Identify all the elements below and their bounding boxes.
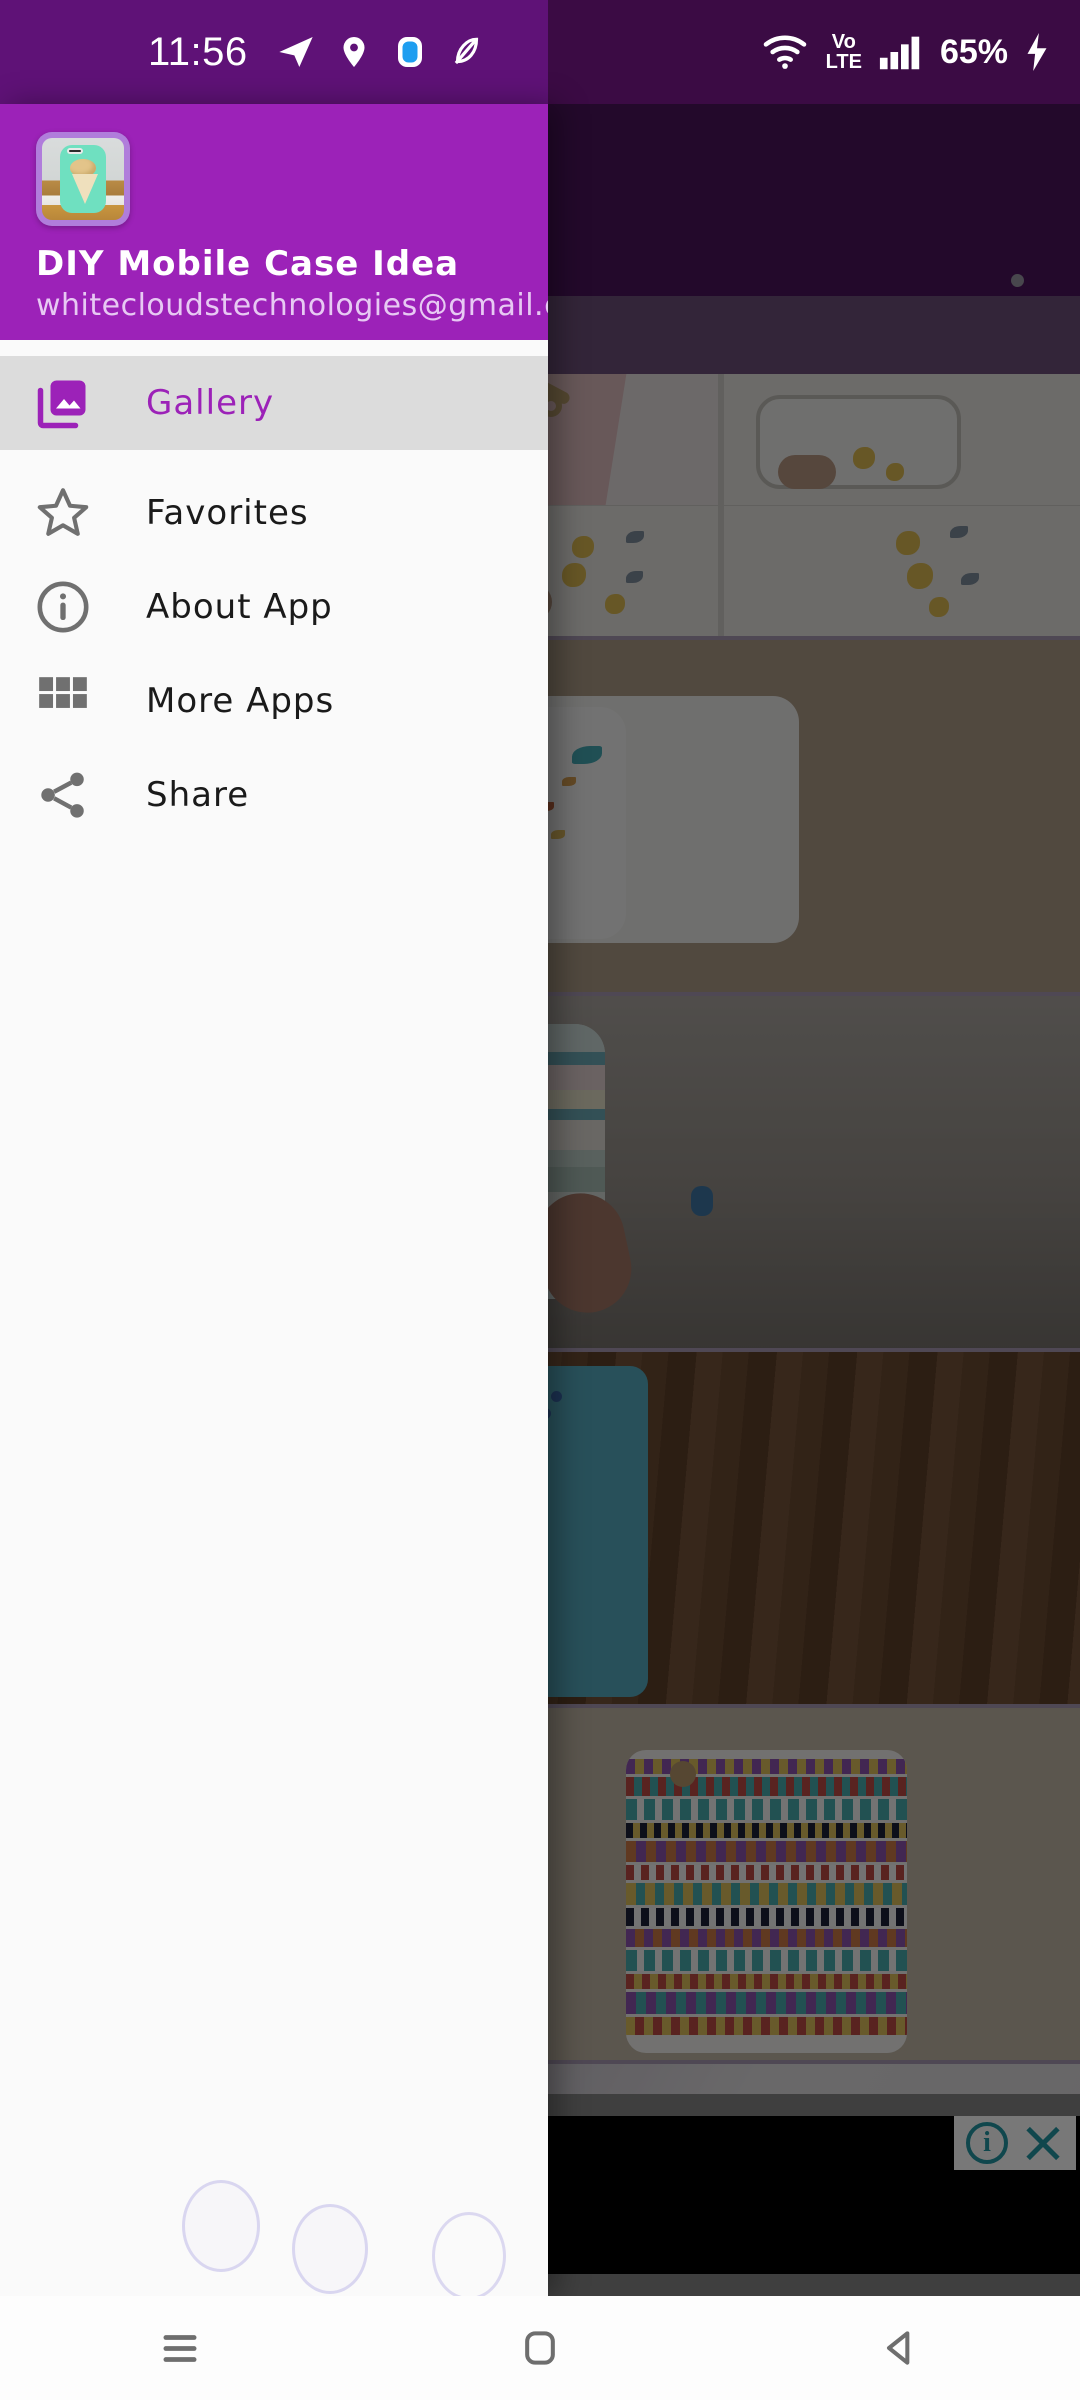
sidebar-item-label: Share bbox=[146, 775, 250, 815]
system-navigation-bar bbox=[0, 2296, 1080, 2400]
sidebar-item-label: About App bbox=[146, 587, 333, 627]
volte-indicator: Vo LTE bbox=[825, 31, 862, 73]
drawer-header: DIY Mobile Case Idea whitecloudstechnolo… bbox=[0, 104, 548, 340]
home-icon[interactable] bbox=[480, 2296, 600, 2400]
status-bar: 11:56 bbox=[0, 0, 548, 104]
app-title: DIY Mobile Case Idea bbox=[36, 244, 460, 284]
app-email: whitecloudstechnologies@gmail.com bbox=[36, 288, 548, 323]
sidebar-item-label: Favorites bbox=[146, 493, 309, 533]
touch-ripple bbox=[292, 2204, 368, 2294]
touch-ripple bbox=[432, 2212, 506, 2300]
charging-bolt-icon bbox=[1027, 33, 1047, 71]
share-icon bbox=[30, 762, 96, 828]
sidebar-item-more-apps[interactable]: More Apps bbox=[0, 654, 548, 748]
status-bar-notification-icons bbox=[276, 32, 486, 72]
drawer-divider bbox=[0, 340, 548, 356]
sidebar-item-gallery[interactable]: Gallery bbox=[0, 356, 548, 450]
recent-apps-icon[interactable] bbox=[120, 2296, 240, 2400]
telegram-icon bbox=[278, 37, 313, 67]
messaging-app-icon bbox=[397, 37, 422, 67]
app-logo-phone-case-ice-cream bbox=[36, 132, 130, 226]
sidebar-item-about-app[interactable]: About App bbox=[0, 560, 548, 654]
phone-screen: anthology i 11:56 bbox=[0, 0, 1080, 2400]
navigation-drawer[interactable]: DIY Mobile Case Idea whitecloudstechnolo… bbox=[0, 104, 548, 2296]
status-bar-clock: 11:56 bbox=[148, 29, 248, 74]
leaf-app-icon bbox=[454, 37, 478, 65]
gallery-icon bbox=[30, 370, 96, 436]
battery-percent-label: 65% bbox=[939, 32, 1008, 71]
sidebar-item-share[interactable]: Share bbox=[0, 748, 548, 842]
sidebar-item-favorites[interactable]: Favorites bbox=[0, 466, 548, 560]
star-icon bbox=[30, 480, 96, 546]
status-bar-system-icons: Vo LTE 65% bbox=[548, 0, 1080, 104]
cellular-signal-icon bbox=[879, 36, 920, 70]
sidebar-item-label: Gallery bbox=[146, 383, 275, 423]
wifi-icon bbox=[763, 35, 806, 69]
touch-ripple bbox=[182, 2180, 260, 2272]
back-icon[interactable] bbox=[840, 2296, 960, 2400]
sidebar-item-label: More Apps bbox=[146, 681, 335, 721]
grid-apps-icon bbox=[30, 668, 96, 734]
location-pin-icon bbox=[343, 37, 365, 67]
info-icon bbox=[30, 574, 96, 640]
